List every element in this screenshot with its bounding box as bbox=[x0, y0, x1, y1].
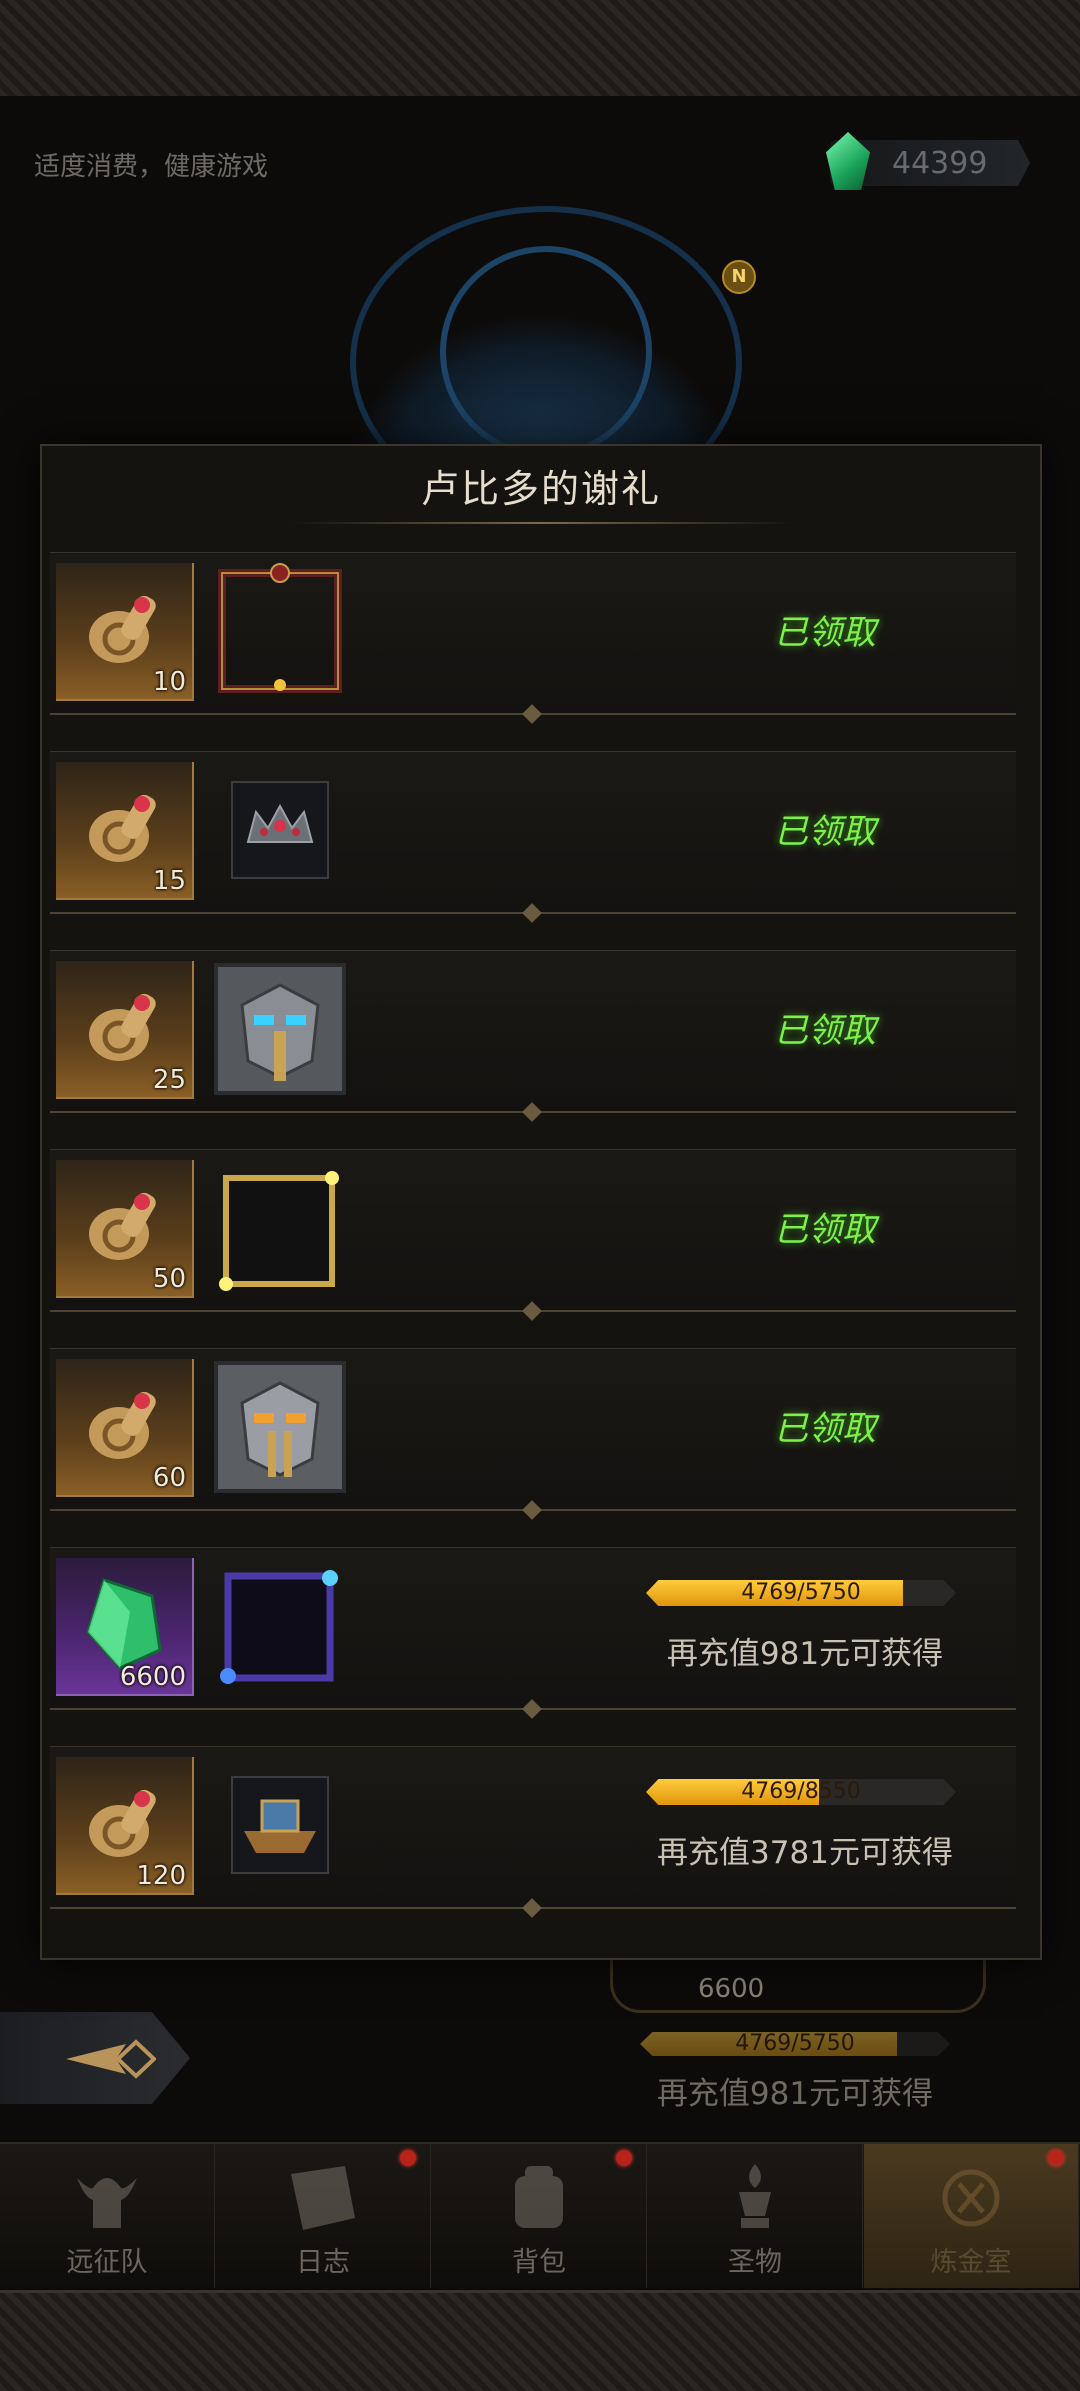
progress-bar: 4769/8550 bbox=[646, 1779, 956, 1805]
nav-item-expedition[interactable]: 远征队 bbox=[0, 2144, 215, 2288]
scroll-icon bbox=[89, 1192, 156, 1260]
reward-slot[interactable] bbox=[212, 563, 348, 699]
reward-row[interactable]: 120 4769/8550 再充值3781元可获得 bbox=[50, 1746, 1016, 1909]
journal-icon bbox=[291, 2166, 355, 2230]
claimed-status: 已领取 bbox=[774, 812, 876, 852]
scroll-icon bbox=[89, 794, 156, 862]
background-progress-bar: 4769/5750 bbox=[640, 2032, 950, 2056]
nav-item-backpack[interactable]: 背包 bbox=[432, 2144, 647, 2288]
reward-slot[interactable] bbox=[212, 1359, 348, 1495]
frame-icon bbox=[220, 1570, 338, 1684]
item-slot[interactable]: 15 bbox=[56, 762, 194, 900]
ship-icon bbox=[231, 1776, 329, 1874]
progress-bar: 4769/5750 bbox=[646, 1580, 956, 1606]
nav-item-relics[interactable]: 圣物 bbox=[648, 2144, 863, 2288]
claimed-status: 已领取 bbox=[774, 1210, 876, 1250]
crown-icon bbox=[231, 781, 329, 879]
reward-slot[interactable] bbox=[212, 1160, 348, 1296]
item-qty: 15 bbox=[152, 866, 186, 896]
emerald-gem-icon bbox=[86, 1578, 162, 1670]
frame-icon bbox=[219, 1171, 339, 1291]
background-item-qty: 6600 bbox=[698, 1974, 765, 2004]
nav-label: 日志 bbox=[296, 2247, 350, 2278]
item-slot[interactable]: 120 bbox=[56, 1757, 194, 1895]
nav-label: 圣物 bbox=[728, 2247, 782, 2278]
background-progress-text: 4769/5750 bbox=[735, 2031, 855, 2056]
item-qty: 50 bbox=[152, 1264, 186, 1294]
currency-value: 44399 bbox=[892, 146, 988, 181]
backpack-icon bbox=[515, 2166, 563, 2228]
background-recharge-hint: 再充值981元可获得 bbox=[656, 2076, 934, 2112]
item-slot[interactable]: 10 bbox=[56, 563, 194, 701]
viking-helmet-icon bbox=[77, 2178, 137, 2228]
item-qty: 10 bbox=[152, 667, 186, 697]
recharge-hint: 再充值3781元可获得 bbox=[657, 1835, 953, 1871]
reward-row[interactable]: 10 已领取 bbox=[50, 552, 1016, 715]
scroll-icon bbox=[89, 1789, 156, 1857]
health-notice: 适度消费，健康游戏 bbox=[34, 152, 269, 182]
reward-row[interactable]: 50 已领取 bbox=[50, 1149, 1016, 1312]
title-divider bbox=[292, 522, 792, 524]
item-slot[interactable]: 50 bbox=[56, 1160, 194, 1298]
progress-text: 4769/5750 bbox=[741, 1580, 861, 1605]
progress-text: 4769/8550 bbox=[741, 1779, 861, 1804]
reward-row[interactable]: 6600 4769/5750 再充值981元可获得 bbox=[50, 1547, 1016, 1710]
frame-icon bbox=[218, 563, 342, 693]
notification-dot bbox=[400, 2150, 416, 2166]
helmet-icon bbox=[214, 963, 346, 1095]
bottom-nav: 远征队 日志 背包 圣物 炼金室 bbox=[0, 2142, 1080, 2288]
relic-icon bbox=[739, 2164, 771, 2228]
notification-dot bbox=[1048, 2150, 1064, 2166]
item-slot[interactable]: 6600 bbox=[56, 1558, 194, 1696]
portal-ring-inner bbox=[440, 246, 652, 458]
nav-item-alchemy[interactable]: 炼金室 bbox=[864, 2144, 1079, 2288]
nav-item-journal[interactable]: 日志 bbox=[216, 2144, 431, 2288]
recharge-hint: 再充值981元可获得 bbox=[666, 1636, 944, 1672]
item-slot[interactable]: 60 bbox=[56, 1359, 194, 1497]
item-qty: 6600 bbox=[119, 1662, 186, 1692]
top-decorative-bar bbox=[0, 0, 1080, 99]
claimed-status: 已领取 bbox=[774, 1409, 876, 1449]
nav-label: 远征队 bbox=[66, 2247, 148, 2278]
item-qty: 60 bbox=[152, 1463, 186, 1493]
nav-label: 炼金室 bbox=[930, 2247, 1012, 2278]
bottom-decorative-bar bbox=[0, 2290, 1080, 2391]
item-qty: 25 bbox=[152, 1065, 186, 1095]
reward-slot[interactable] bbox=[212, 1757, 348, 1893]
reward-modal: 卢比多的谢礼 10 已领取 15 已领取 25 已领取 50 已领取 60 已领… bbox=[40, 444, 1042, 1960]
claimed-status: 已领取 bbox=[774, 613, 876, 653]
reward-slot[interactable] bbox=[212, 961, 348, 1097]
scroll-icon bbox=[89, 1391, 156, 1459]
back-button[interactable] bbox=[0, 2012, 190, 2104]
scroll-icon bbox=[89, 595, 156, 663]
notification-dot bbox=[616, 2150, 632, 2166]
back-arrow-icon bbox=[66, 2039, 156, 2079]
reward-row[interactable]: 15 已领取 bbox=[50, 751, 1016, 914]
item-qty: 120 bbox=[136, 1861, 186, 1891]
reward-slot[interactable] bbox=[212, 762, 348, 898]
alchemy-icon bbox=[942, 2169, 1000, 2227]
helmet-icon bbox=[214, 1361, 346, 1493]
scroll-icon bbox=[89, 993, 156, 1061]
claimed-status: 已领取 bbox=[774, 1011, 876, 1051]
reward-row[interactable]: 25 已领取 bbox=[50, 950, 1016, 1113]
reward-row[interactable]: 60 已领取 bbox=[50, 1348, 1016, 1511]
item-slot[interactable]: 25 bbox=[56, 961, 194, 1099]
compass-badge[interactable]: N bbox=[722, 260, 756, 294]
nav-label: 背包 bbox=[512, 2247, 566, 2278]
reward-slot[interactable] bbox=[212, 1558, 348, 1694]
